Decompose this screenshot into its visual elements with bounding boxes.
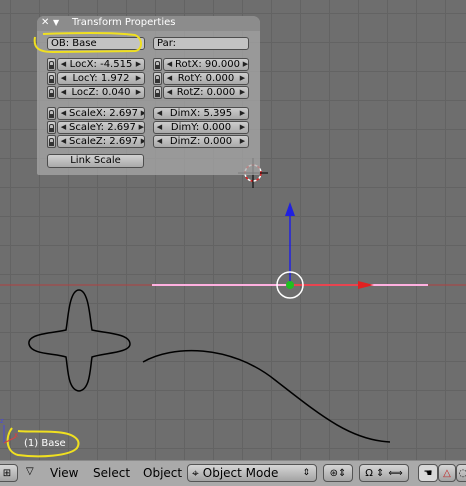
increment-arrow-icon[interactable]: ▶	[133, 59, 144, 70]
loc-y-value: LocY: 1.972	[72, 73, 130, 84]
loc-x-value: LocX: -4.515	[69, 59, 133, 70]
mode-select[interactable]: ⌖ Object Mode ⇕	[187, 464, 317, 482]
lock-icon[interactable]	[47, 107, 56, 120]
menu-object[interactable]: Object	[143, 466, 182, 480]
dim-x-field[interactable]: ◀ DimX: 5.395 ▶	[153, 107, 249, 120]
rot-x-field[interactable]: ◀ RotX: 90.000 ▶	[163, 58, 249, 71]
loc-y-field[interactable]: ◀ LocY: 1.972 ▶	[57, 72, 145, 85]
dim-y-value: DimY: 0.000	[170, 122, 232, 133]
transform-properties-panel: ✕ ▼ Transform Properties OB: Base Par: ◀…	[33, 16, 260, 175]
shading-select[interactable]: ⊛⇕	[323, 464, 353, 482]
decrement-arrow-icon[interactable]: ◀	[164, 87, 175, 98]
decrement-arrow-icon[interactable]: ◀	[58, 136, 69, 147]
menu-view[interactable]: View	[50, 466, 78, 480]
decrement-arrow-icon[interactable]: ◀	[164, 59, 175, 70]
rot-y-field[interactable]: ◀ RotY: 0.000 ▶	[163, 72, 249, 85]
updown-arrow-icon: ⇕	[302, 468, 310, 478]
rot-z-field[interactable]: ◀ RotZ: 0.000 ▶	[163, 86, 249, 99]
pivot-select[interactable]: Ω ⇕ ⟺	[359, 464, 409, 482]
panel-title: Transform Properties	[72, 17, 176, 28]
scale-z-field[interactable]: ◀ ScaleZ: 2.697 ▶	[57, 135, 145, 148]
scale-z-value: ScaleZ: 2.697	[69, 136, 138, 147]
rot-y-value: RotY: 0.000	[177, 73, 235, 84]
parent-field[interactable]: Par:	[153, 37, 249, 50]
increment-arrow-icon[interactable]: ▶	[237, 122, 248, 133]
rot-z-value: RotZ: 0.000	[176, 87, 236, 98]
highlight-annotation-object	[33, 32, 142, 54]
increment-arrow-icon[interactable]: ▶	[136, 122, 144, 133]
lock-icon[interactable]	[153, 58, 162, 71]
scale-x-value: ScaleX: 2.697	[69, 108, 138, 119]
increment-arrow-icon[interactable]: ▶	[240, 59, 248, 70]
increment-arrow-icon[interactable]: ▶	[138, 108, 144, 119]
object-mode-icon: ⌖	[192, 465, 199, 480]
lock-icon[interactable]	[47, 72, 56, 85]
decrement-arrow-icon[interactable]: ◀	[154, 108, 165, 119]
star-curve-object[interactable]	[28, 289, 131, 392]
lock-icon[interactable]	[153, 72, 162, 85]
loc-z-field[interactable]: ◀ LocZ: 0.040 ▶	[57, 86, 145, 99]
increment-arrow-icon[interactable]: ▶	[237, 136, 248, 147]
decrement-arrow-icon[interactable]: ◀	[58, 59, 69, 70]
lock-icon[interactable]	[47, 135, 56, 148]
increment-arrow-icon[interactable]: ▶	[237, 87, 248, 98]
shading-icon: ⊛⇕	[329, 467, 347, 479]
rotate-icon: ◌	[458, 467, 466, 479]
lock-icon[interactable]	[47, 121, 56, 134]
lock-icon[interactable]	[47, 58, 56, 71]
loc-z-value: LocZ: 0.040	[71, 87, 131, 98]
menu-select[interactable]: Select	[93, 466, 130, 480]
lock-icon[interactable]	[153, 86, 162, 99]
dim-x-value: DimX: 5.395	[169, 108, 233, 119]
decrement-arrow-icon[interactable]: ◀	[154, 136, 165, 147]
parent-field-value: Par:	[157, 38, 177, 49]
axis-z-label: z	[0, 417, 4, 425]
increment-arrow-icon[interactable]: ▶	[133, 87, 144, 98]
decrement-arrow-icon[interactable]: ◀	[164, 73, 175, 84]
triangle-icon: △	[443, 467, 451, 479]
view3d-header: ⊞ ▽ View Select Object ⌖ Object Mode ⇕ ⊛…	[0, 460, 466, 486]
decrement-arrow-icon[interactable]: ◀	[58, 122, 69, 133]
loc-x-field[interactable]: ◀ LocX: -4.515 ▶	[57, 58, 145, 71]
dim-y-field[interactable]: ◀ DimY: 0.000 ▶	[153, 121, 249, 134]
dim-z-value: DimZ: 0.000	[169, 136, 233, 147]
increment-arrow-icon[interactable]: ▶	[237, 108, 248, 119]
increment-arrow-icon[interactable]: ▶	[138, 136, 144, 147]
editor-type-button[interactable]: ⊞	[0, 464, 18, 482]
increment-arrow-icon[interactable]: ▶	[237, 73, 248, 84]
pivot-icon: Ω ⇕	[365, 467, 385, 479]
3d-viewport[interactable]: z x (1) Base ✕ ▼ Transform Properties OB…	[0, 0, 466, 460]
link-scale-button[interactable]: Link Scale	[47, 154, 144, 168]
manipulator-toggle[interactable]: ☚	[418, 464, 438, 482]
collapse-menu-icon[interactable]: ▽	[26, 466, 34, 477]
increment-arrow-icon[interactable]: ▶	[133, 73, 144, 84]
triangle-down-icon[interactable]: ▼	[53, 18, 59, 27]
lock-icon[interactable]	[47, 86, 56, 99]
translate-toggle[interactable]: △	[438, 464, 456, 482]
dim-z-field[interactable]: ◀ DimZ: 0.000 ▶	[153, 135, 249, 148]
close-icon[interactable]: ✕	[41, 17, 49, 28]
bezier-curve-object[interactable]	[142, 349, 391, 443]
decrement-arrow-icon[interactable]: ◀	[58, 73, 69, 84]
grid-icon: ⊞	[2, 467, 12, 479]
arrow-left-right-icon: ⟺	[388, 467, 403, 479]
hand-icon: ☚	[423, 467, 433, 479]
decrement-arrow-icon[interactable]: ◀	[58, 87, 69, 98]
rotate-toggle[interactable]: ◌	[456, 464, 466, 482]
scale-x-field[interactable]: ◀ ScaleX: 2.697 ▶	[57, 107, 145, 120]
rot-x-value: RotX: 90.000	[175, 59, 240, 70]
axis-x-label: x	[14, 431, 19, 439]
active-object-label: (1) Base	[24, 438, 66, 449]
scale-y-field[interactable]: ◀ ScaleY: 2.697 ▶	[57, 121, 145, 134]
decrement-arrow-icon[interactable]: ◀	[58, 108, 69, 119]
scale-y-value: ScaleY: 2.697	[69, 122, 136, 133]
manipulator-icon[interactable]	[276, 202, 374, 299]
mode-select-value: Object Mode	[202, 466, 279, 480]
decrement-arrow-icon[interactable]: ◀	[154, 122, 165, 133]
